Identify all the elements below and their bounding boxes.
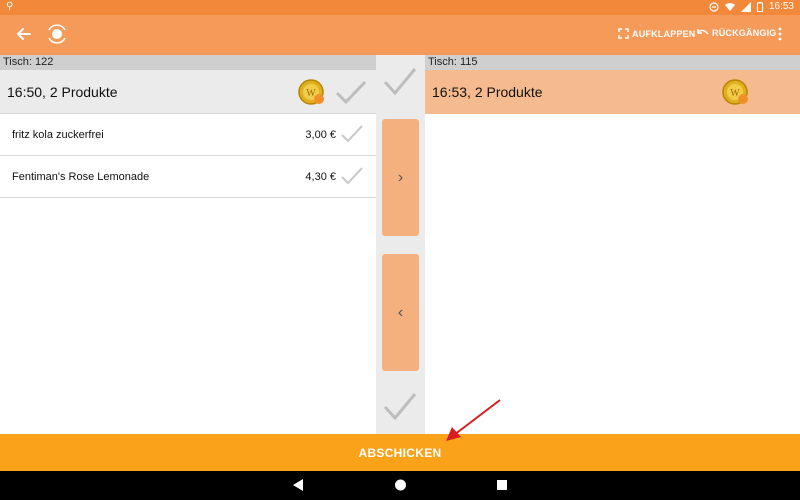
coin-icon[interactable]: W bbox=[722, 78, 750, 106]
coin-icon[interactable]: W bbox=[298, 78, 326, 106]
undo-icon bbox=[697, 29, 709, 35]
left-order-header[interactable]: 16:50, 2 Produkte W bbox=[0, 70, 376, 114]
item-name: fritz kola zuckerfrei bbox=[12, 128, 104, 141]
right-order-panel: Tisch: 115 16:53, 2 Produkte W bbox=[425, 55, 800, 434]
checkmark-icon[interactable] bbox=[334, 78, 368, 106]
list-item[interactable]: Fentiman's Rose Lemonade 4,30 € bbox=[0, 156, 376, 198]
transfer-column: › ‹ bbox=[376, 55, 425, 434]
app-logo-icon bbox=[48, 24, 66, 44]
undo-label: RÜCKGÄNGIG bbox=[712, 28, 777, 38]
item-price: 4,30 € bbox=[305, 170, 336, 183]
battery-icon bbox=[756, 1, 763, 12]
app-root: ⚲ 16:53 AUFKLAPPEN RÜCKGÄNGIG Tisch: 122… bbox=[0, 0, 800, 500]
app-bar: AUFKLAPPEN RÜCKGÄNGIG bbox=[0, 15, 800, 55]
more-vert-icon[interactable] bbox=[776, 26, 784, 42]
item-price: 3,00 € bbox=[305, 128, 336, 141]
chevron-left-icon: ‹ bbox=[397, 303, 404, 321]
item-name: Fentiman's Rose Lemonade bbox=[12, 170, 150, 183]
move-right-button[interactable]: › bbox=[382, 119, 419, 236]
status-bar: ⚲ 16:53 bbox=[0, 0, 800, 15]
status-time: 16:53 bbox=[768, 1, 794, 12]
right-order-header[interactable]: 16:53, 2 Produkte W bbox=[425, 70, 800, 114]
undo-button[interactable]: RÜCKGÄNGIG bbox=[697, 28, 777, 38]
back-arrow-icon[interactable] bbox=[14, 24, 34, 44]
left-order-summary: 16:50, 2 Produkte bbox=[7, 83, 118, 100]
checkmark-icon[interactable] bbox=[340, 124, 364, 144]
system-nav-bar bbox=[0, 471, 800, 500]
checkmark-icon[interactable] bbox=[340, 166, 364, 186]
chevron-right-icon: › bbox=[397, 168, 404, 186]
wifi-icon bbox=[724, 2, 735, 11]
move-left-button[interactable]: ‹ bbox=[382, 254, 419, 371]
notification-icon: ⚲ bbox=[6, 1, 14, 12]
nav-recents-icon[interactable] bbox=[496, 478, 508, 492]
expand-label: AUFKLAPPEN bbox=[632, 28, 696, 39]
submit-label: ABSCHICKEN bbox=[358, 445, 442, 460]
status-icons: 16:53 bbox=[709, 1, 794, 12]
right-order-summary: 16:53, 2 Produkte bbox=[432, 84, 543, 100]
expand-icon bbox=[618, 28, 629, 39]
signal-icon bbox=[740, 1, 751, 12]
nav-home-icon[interactable] bbox=[394, 478, 407, 492]
right-table-label: Tisch: 115 bbox=[425, 55, 800, 70]
nav-back-icon[interactable] bbox=[292, 478, 304, 492]
checkmark-icon[interactable] bbox=[382, 390, 418, 422]
expand-button[interactable]: AUFKLAPPEN bbox=[618, 28, 696, 39]
checkmark-icon[interactable] bbox=[382, 65, 418, 97]
left-table-label: Tisch: 122 bbox=[0, 55, 376, 70]
submit-button[interactable]: ABSCHICKEN bbox=[0, 434, 800, 471]
dnd-icon bbox=[709, 1, 719, 12]
left-order-panel: Tisch: 122 16:50, 2 Produkte W fritz kol… bbox=[0, 55, 376, 434]
list-item[interactable]: fritz kola zuckerfrei 3,00 € bbox=[0, 114, 376, 156]
